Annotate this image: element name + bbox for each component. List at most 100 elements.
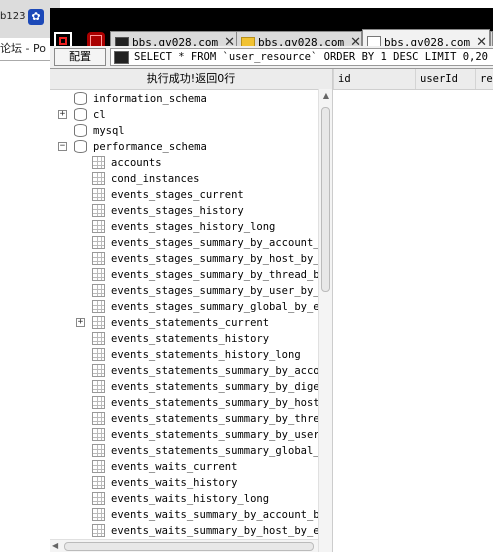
table-icon	[92, 284, 105, 297]
tree-node-label: events_waits_summary_by_host_by_eve	[111, 525, 332, 537]
table-icon	[92, 156, 105, 169]
sql-query-text: SELECT * FROM `user_resource` ORDER BY 1…	[134, 51, 489, 63]
tree-node-label: events_stages_current	[111, 189, 244, 201]
scroll-up-icon[interactable]: ▲	[321, 91, 331, 101]
expand-icon[interactable]: +	[58, 110, 67, 119]
status-message: 执行成功!返回0行	[50, 69, 332, 90]
tree-node-label: events_stages_summary_by_host_by_ev	[111, 253, 332, 265]
table-icon	[92, 348, 105, 361]
table-icon	[92, 316, 105, 329]
tree-database-node[interactable]: − performance_schema	[50, 139, 318, 155]
tree-database-node[interactable]: mysql	[50, 123, 318, 139]
tree-table-node[interactable]: events_statements_summary_by_accou	[50, 363, 326, 379]
tree-node-label: performance_schema	[93, 141, 207, 153]
table-icon	[92, 492, 105, 505]
database-icon	[74, 140, 87, 153]
scrollbar-thumb[interactable]	[321, 107, 330, 292]
tree-node-label: events_waits_history_long	[111, 493, 270, 505]
vertical-scrollbar[interactable]: ▲	[318, 89, 332, 552]
tree-node-label: accounts	[111, 157, 162, 169]
scroll-left-icon[interactable]: ◀	[52, 541, 58, 550]
tree-table-node[interactable]: events_stages_current	[50, 187, 318, 203]
table-icon	[92, 204, 105, 217]
table-icon	[92, 380, 105, 393]
tree-table-node[interactable]: events_stages_summary_global_by_eve	[50, 299, 332, 315]
tree-table-node[interactable]: events_stages_history	[50, 203, 318, 219]
table-icon	[92, 508, 105, 521]
tree-node-label: events_stages_history	[111, 205, 244, 217]
tree-node-label: mysql	[93, 125, 125, 137]
tree-table-node[interactable]: + events_statements_current	[50, 315, 318, 331]
table-icon	[92, 300, 105, 313]
tree-node-label: events_statements_history_long	[111, 349, 301, 361]
tree-table-node[interactable]: events_statements_summary_by_user_b	[50, 427, 332, 443]
tree-table-node[interactable]: events_statements_summary_by_host_b	[50, 395, 332, 411]
scrollbar-thumb[interactable]	[64, 542, 314, 551]
tree-node-label: cl	[93, 109, 106, 121]
tree-table-node[interactable]: events_waits_history	[50, 475, 318, 491]
tree-table-node[interactable]: events_stages_summary_by_account_by	[50, 235, 332, 251]
background-tab-fragment[interactable]: 论坛 - Po	[0, 40, 46, 56]
table-icon	[92, 524, 105, 537]
result-grid-pane: id userId res	[332, 69, 493, 552]
tree-database-node[interactable]: + cl	[50, 107, 318, 123]
sql-client-window: bbs.gv028.com ✕ bbs.gv028.com ✕ bbs.gv02…	[50, 8, 493, 552]
tree-table-node[interactable]: accounts	[50, 155, 318, 171]
table-icon	[92, 252, 105, 265]
schema-tree-pane: 执行成功!返回0行 information_schema + cl mysql − per…	[50, 69, 332, 552]
paw-icon[interactable]: ✿	[28, 9, 44, 25]
background-title-fragment: b123	[0, 11, 26, 22]
tree-table-node[interactable]: events_waits_summary_by_host_by_eve	[50, 523, 332, 539]
tree-database-node[interactable]: information_schema	[50, 91, 318, 107]
tree-node-label: events_stages_summary_global_by_eve	[111, 301, 332, 313]
expand-icon[interactable]: +	[76, 318, 85, 327]
horizontal-scrollbar[interactable]: ◀	[50, 539, 318, 552]
tree-table-node[interactable]: events_stages_summary_by_host_by_ev	[50, 251, 332, 267]
tree-table-node[interactable]: events_stages_summary_by_thread_by_	[50, 267, 332, 283]
table-icon	[92, 172, 105, 185]
sql-query-field[interactable]: SELECT * FROM `user_resource` ORDER BY 1…	[110, 48, 493, 66]
tree-node-label: events_stages_summary_by_account_by	[111, 237, 332, 249]
tree-table-node[interactable]: events_stages_history_long	[50, 219, 318, 235]
column-header-userid[interactable]: userId	[415, 69, 475, 89]
tree-node-label: information_schema	[93, 93, 207, 105]
table-icon	[92, 220, 105, 233]
tree-node-label: events_statements_summary_by_threa	[111, 413, 326, 425]
table-icon	[92, 364, 105, 377]
table-icon	[92, 396, 105, 409]
config-button[interactable]: 配置	[54, 48, 106, 66]
tree-table-node[interactable]: events_statements_history	[50, 331, 318, 347]
collapse-icon[interactable]: −	[58, 142, 67, 151]
database-icon	[74, 108, 87, 121]
tree-node-label: events_stages_summary_by_thread_by_	[111, 269, 332, 281]
column-header-res[interactable]: res	[475, 69, 493, 89]
table-icon	[92, 188, 105, 201]
table-icon	[92, 428, 105, 441]
tree-table-node[interactable]: events_stages_summary_by_user_by_ev	[50, 283, 332, 299]
tree-node-label: events_statements_current	[111, 317, 270, 329]
tree-node-label: events_stages_summary_by_user_by_ev	[111, 285, 332, 297]
tree-table-node[interactable]: cond_instances	[50, 171, 318, 187]
table-icon	[92, 476, 105, 489]
tree-node-label: events_waits_history	[111, 477, 238, 489]
database-icon	[74, 124, 87, 137]
tree-node-label: events_statements_history	[111, 333, 270, 345]
tree-node-label: events_waits_summary_by_account_by_	[111, 509, 332, 521]
table-icon	[92, 332, 105, 345]
tree-table-node[interactable]: events_statements_summary_global_by	[50, 443, 332, 459]
tree-table-node[interactable]: events_waits_current	[50, 459, 318, 475]
tree-node-label: cond_instances	[111, 173, 200, 185]
tree-table-node[interactable]: events_waits_summary_by_account_by_	[50, 507, 332, 523]
tree-table-node[interactable]: events_waits_history_long	[50, 491, 318, 507]
tree-table-node[interactable]: events_statements_summary_by_threa	[50, 411, 326, 427]
terminal-icon	[114, 50, 129, 64]
tree-node-label: events_statements_summary_by_host_b	[111, 397, 332, 409]
database-icon	[74, 92, 87, 105]
tree-node-label: events_waits_current	[111, 461, 238, 473]
tree-node-label: events_stages_history_long	[111, 221, 276, 233]
tree-node-label: events_statements_summary_global_by	[111, 445, 332, 457]
tree-node-label: events_statements_summary_by_diges	[111, 381, 326, 393]
column-header-id[interactable]: id	[333, 69, 415, 89]
tree-table-node[interactable]: events_statements_summary_by_diges	[50, 379, 326, 395]
tree-table-node[interactable]: events_statements_history_long	[50, 347, 318, 363]
